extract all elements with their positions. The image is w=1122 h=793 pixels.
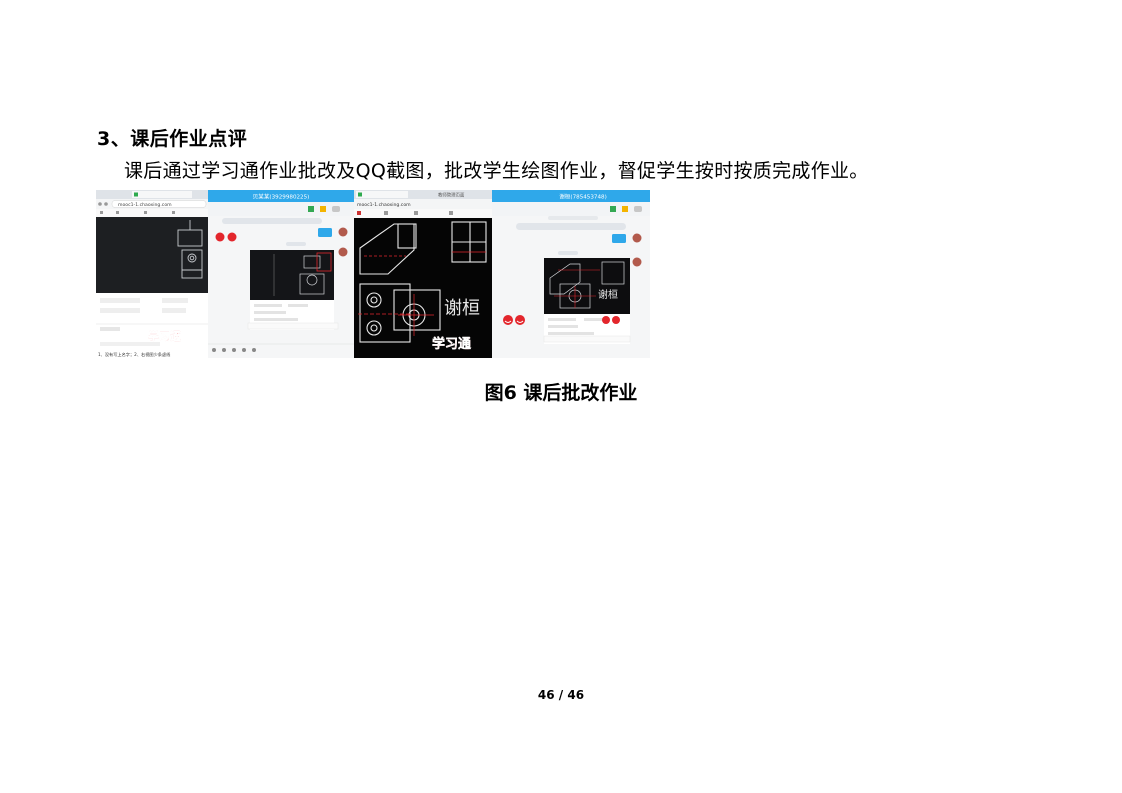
panel3-url: mooc1-1.chaoxing.com xyxy=(357,202,411,208)
body-paragraph: 课后通过学习通作业批改及QQ截图，批改学生绘图作业，督促学生按时按质完成作业。 xyxy=(124,160,869,182)
section-heading: 3、课后作业点评 xyxy=(97,128,248,150)
screenshot-browser-grading: mooc1-1.chaoxing.com 学习通 1、没有写上名字；2、右视图少… xyxy=(96,190,208,358)
panel4-signature: 谢桓 xyxy=(598,288,618,301)
panel3-watermark: 学习通 xyxy=(432,336,471,352)
page-number: 46 / 46 xyxy=(537,688,585,702)
panel1-watermark: 学习通 xyxy=(148,329,181,343)
figure-caption-text: 图6 课后批改作业 xyxy=(484,382,638,404)
screenshot-qq-chat-1: 贝某某(3929980225) xyxy=(208,190,354,358)
panel4-title: 谢桓(785453748) xyxy=(559,193,607,201)
panel1-url: mooc1-1.chaoxing.com xyxy=(118,202,172,208)
panel3-tab: 教师管理页面 xyxy=(438,192,465,199)
figure-caption: 图6 课后批改作业 xyxy=(0,378,1122,405)
emoticon-icons xyxy=(503,315,525,325)
screenshot-qq-chat-2: 谢桓(785453748) 谢桓 xyxy=(492,190,650,358)
panel3-signature: 谢桓 xyxy=(444,298,480,319)
panel2-title: 贝某某(3929980225) xyxy=(253,194,310,201)
screenshot-cad-graded: 教师管理页面 mooc1-1.chaoxing.com 谢桓 学习通 xyxy=(354,190,492,358)
panel1-comment: 1、没有写上名字；2、右视图少条虚线 xyxy=(98,351,171,358)
figure-screenshots: mooc1-1.chaoxing.com 学习通 1、没有写上名字；2、右视图少… xyxy=(96,190,650,358)
